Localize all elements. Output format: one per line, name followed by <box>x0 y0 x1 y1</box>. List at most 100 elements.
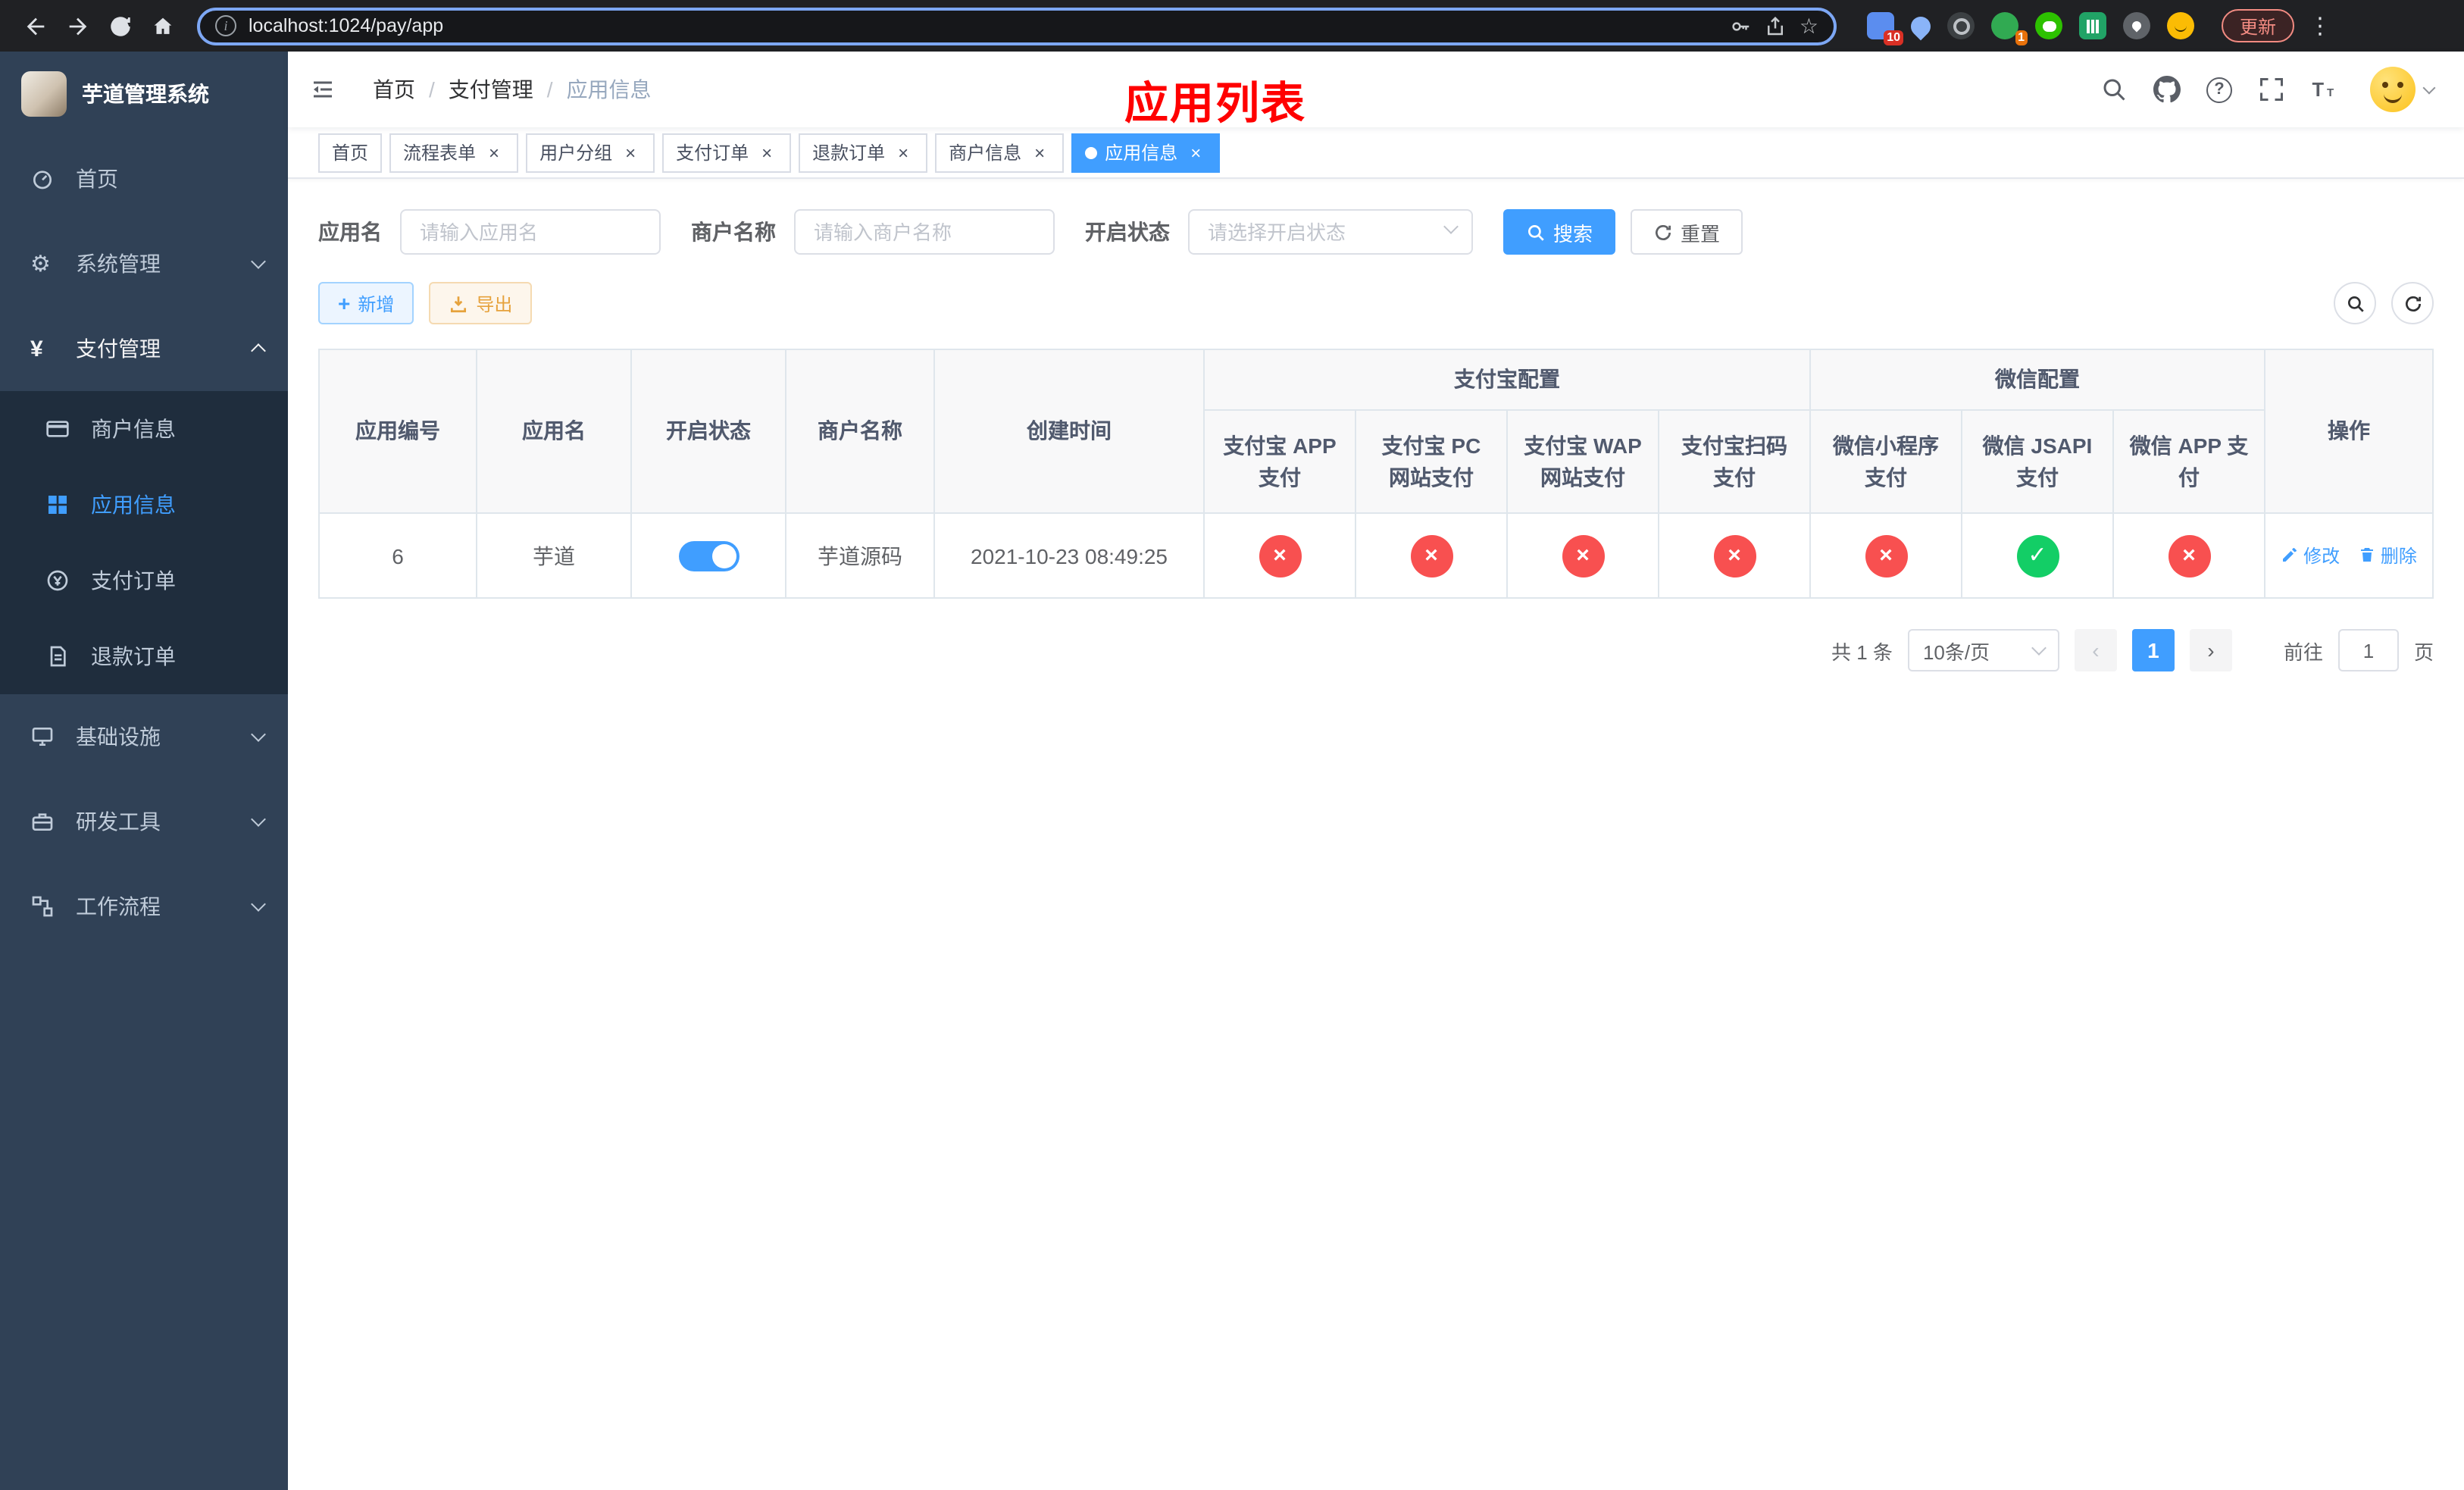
share-icon[interactable] <box>1765 14 1787 37</box>
add-button[interactable]: + 新增 <box>318 282 414 324</box>
browser-toolbar: i localhost:1024/pay/app ☆ 10 1 更新 ⋮ <box>0 0 2464 52</box>
filter-form: 应用名 商户名称 开启状态 搜索 重置 <box>318 209 2434 255</box>
export-button[interactable]: 导出 <box>429 282 533 324</box>
status-select-input[interactable] <box>1188 209 1473 255</box>
forward-button[interactable] <box>58 6 97 45</box>
sidebar-item-label: 商户信息 <box>91 417 176 441</box>
wechat-jsapi-status-icon: ✓ <box>2016 534 2059 577</box>
tab-pay-orders[interactable]: 支付订单 × <box>662 133 792 172</box>
col-header-alipay-qr: 支付宝扫码支付 <box>1658 409 1811 514</box>
refresh-icon <box>2405 295 2421 311</box>
sidebar-toggle-button[interactable] <box>288 52 358 127</box>
col-header-wechat-app: 微信 APP 支付 <box>2112 409 2265 514</box>
sidebar-item-dev-tools[interactable]: 研发工具 <box>0 779 288 864</box>
chevron-down-icon <box>251 812 266 827</box>
tab-process-form[interactable]: 流程表单 × <box>389 133 519 172</box>
password-key-icon[interactable] <box>1730 14 1753 37</box>
browser-menu-icon[interactable]: ⋮ <box>2306 12 2334 39</box>
back-button[interactable] <box>15 6 55 45</box>
merchant-name-label: 商户名称 <box>691 220 776 244</box>
delete-label: 删除 <box>2380 545 2417 567</box>
edit-button[interactable]: 修改 <box>2281 543 2340 568</box>
screen: i localhost:1024/pay/app ☆ 10 1 更新 ⋮ 芋道管… <box>0 0 2464 1490</box>
briefcase-icon <box>30 809 64 834</box>
search-button[interactable]: 搜索 <box>1503 209 1616 255</box>
sidebar-item-payment[interactable]: ¥ 支付管理 <box>0 306 288 391</box>
breadcrumb-payment[interactable]: 支付管理 <box>449 74 533 105</box>
breadcrumb-home[interactable]: 首页 <box>373 74 415 105</box>
delete-button[interactable]: 删除 <box>2358 543 2417 568</box>
tab-label: 退款订单 <box>812 142 886 164</box>
extension-icon-green[interactable]: 1 <box>1991 12 2028 45</box>
page-1-button[interactable]: 1 <box>2131 629 2175 671</box>
chevron-down-icon <box>2031 640 2047 656</box>
bookmark-star-icon[interactable]: ☆ <box>1800 15 1818 36</box>
chevron-down-icon <box>251 897 266 912</box>
tab-app-info[interactable]: 应用信息 × <box>1071 133 1221 172</box>
tab-merchant-info[interactable]: 商户信息 × <box>935 133 1065 172</box>
col-header-status: 开启状态 <box>630 349 786 514</box>
tab-close-icon[interactable]: × <box>620 142 641 163</box>
sidebar-item-merchant-info[interactable]: 商户信息 <box>0 391 288 467</box>
refresh-table-button[interactable] <box>2391 282 2434 324</box>
reset-button-label: 重置 <box>1681 222 1721 245</box>
sidebar-item-workflow[interactable]: 工作流程 <box>0 864 288 949</box>
fullscreen-icon[interactable] <box>2258 76 2285 103</box>
tab-user-group[interactable]: 用户分组 × <box>526 133 655 172</box>
tab-close-icon[interactable]: × <box>756 142 777 163</box>
address-bar[interactable]: i localhost:1024/pay/app ☆ <box>197 7 1837 45</box>
yen-icon: ¥ <box>30 336 43 362</box>
home-button[interactable] <box>142 6 182 45</box>
sidebar-item-refund-orders[interactable]: 退款订单 <box>0 618 288 694</box>
sidebar-item-app-info[interactable]: 应用信息 <box>0 467 288 543</box>
extension-icon-pin[interactable] <box>2123 12 2150 39</box>
svg-text:T: T <box>2327 86 2334 99</box>
sidebar-item-label: 应用信息 <box>91 493 176 517</box>
sidebar-item-system[interactable]: ⚙ 系统管理 <box>0 221 288 306</box>
github-icon[interactable] <box>2153 76 2181 103</box>
toggle-search-button[interactable] <box>2334 282 2376 324</box>
sidebar-item-label: 工作流程 <box>76 894 161 919</box>
tab-label: 首页 <box>332 142 369 164</box>
extension-icon-grid[interactable]: 10 <box>1867 12 1903 45</box>
goto-page-input[interactable] <box>2337 629 2399 671</box>
prev-page-button[interactable]: ‹ <box>2074 629 2117 671</box>
tab-refund-orders[interactable]: 退款订单 × <box>799 133 928 172</box>
col-header-wechat-jsapi: 微信 JSAPI 支付 <box>1961 409 2114 514</box>
tab-close-icon[interactable]: × <box>483 142 505 163</box>
sidebar-item-pay-orders[interactable]: 支付订单 <box>0 543 288 618</box>
pencil-icon <box>2283 548 2297 562</box>
active-dot <box>1085 146 1098 158</box>
content-area: 首页 / 支付管理 / 应用信息 应用列表 ? T T 首页 流程表单 × 用户… <box>288 52 2464 1490</box>
site-info-icon[interactable]: i <box>215 15 236 36</box>
enabled-switch[interactable] <box>678 540 739 571</box>
font-size-icon[interactable]: TT <box>2311 76 2338 103</box>
user-menu[interactable] <box>2370 67 2436 112</box>
tab-close-icon[interactable]: × <box>1029 142 1050 163</box>
sidebar-item-infra[interactable]: 基础设施 <box>0 694 288 779</box>
breadcrumb-separator: / <box>546 77 553 102</box>
extension-icon-drop[interactable] <box>1906 11 1935 40</box>
tab-label: 支付订单 <box>676 142 749 164</box>
next-page-button[interactable]: › <box>2189 629 2232 671</box>
app-name-input[interactable] <box>400 209 661 255</box>
tags-view: 首页 流程表单 × 用户分组 × 支付订单 × 退款订单 × 商户信息 × 应用信息 × <box>288 127 2464 179</box>
search-button-label: 搜索 <box>1553 222 1593 245</box>
status-select[interactable] <box>1188 209 1473 255</box>
page-size-select[interactable]: 10条/页 <box>1907 629 2059 671</box>
plus-icon: + <box>338 291 351 315</box>
merchant-name-input[interactable] <box>794 209 1055 255</box>
tab-close-icon[interactable]: × <box>893 142 914 163</box>
tab-close-icon[interactable]: × <box>1185 142 1206 163</box>
browser-update-button[interactable]: 更新 <box>2222 9 2295 42</box>
sidebar-item-home[interactable]: 首页 <box>0 136 288 221</box>
help-icon[interactable]: ? <box>2206 77 2232 102</box>
reset-button[interactable]: 重置 <box>1631 209 1743 255</box>
extension-icon-ring[interactable] <box>1947 12 1975 39</box>
tab-home[interactable]: 首页 <box>318 133 383 172</box>
extension-icon-wechat[interactable] <box>2035 12 2062 39</box>
extension-icon-doc[interactable] <box>2079 12 2106 39</box>
search-icon[interactable] <box>2100 76 2128 103</box>
extension-icon-face[interactable] <box>2167 12 2194 39</box>
reload-button[interactable] <box>100 6 139 45</box>
